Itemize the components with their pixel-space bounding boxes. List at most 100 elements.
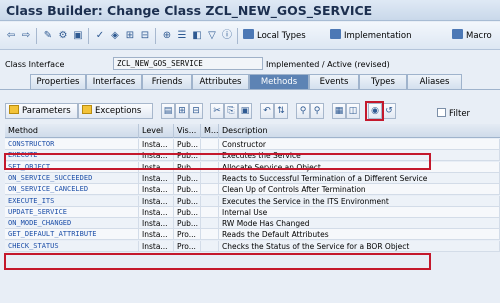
col-description[interactable]: Description [219, 124, 500, 138]
toolbar-separator [237, 28, 238, 44]
insert-row-icon[interactable]: ⊞ [175, 103, 189, 119]
local-types-button[interactable]: Local Types [243, 29, 306, 44]
local-types-label: Local Types [257, 31, 306, 41]
method-name[interactable]: GET_DEFAULT_ATTRIBUTE [5, 229, 139, 241]
exceptions-button[interactable]: Exceptions [78, 103, 153, 119]
method-name[interactable]: UPDATE_SERVICE [5, 206, 139, 218]
edit-icon[interactable]: ✎ [42, 30, 54, 42]
cut-icon[interactable]: ✂ [210, 103, 224, 119]
class-interface-field[interactable]: ZCL_NEW_GOS_SERVICE [113, 57, 263, 70]
implementation-icon [330, 29, 341, 39]
method-modeled [201, 184, 219, 196]
table-row[interactable]: CHECK_STATUS Insta... Pro... Checks the Sta… [5, 240, 500, 252]
tab-types[interactable]: Types [359, 74, 407, 89]
tab-friends[interactable]: Friends [142, 74, 192, 89]
table-row[interactable]: ON_MODE_CHANGED Insta... Pub... RW Mode Has… [5, 218, 500, 230]
method-name[interactable]: ON_MODE_CHANGED [5, 218, 139, 230]
method-level: Insta... [139, 172, 174, 184]
method-name[interactable]: CONSTRUCTOR [5, 139, 139, 150]
where-used-icon[interactable]: ⊞ [124, 30, 136, 42]
method-visibility: Pub... [174, 218, 201, 230]
redefine-highlight-box [365, 101, 384, 121]
method-visibility: Pub... [174, 172, 201, 184]
method-modeled [201, 240, 219, 252]
method-modeled [201, 206, 219, 218]
method-visibility: Pro... [174, 229, 201, 241]
col-modeled[interactable]: M... [201, 124, 219, 138]
table-row[interactable]: GET_DEFAULT_ATTRIBUTE Insta... Pro... Reads… [5, 229, 500, 241]
col-level[interactable]: Level [139, 124, 174, 138]
undo-icon[interactable]: ↶ [260, 103, 274, 119]
check-status-row-highlight [4, 253, 431, 270]
method-modeled [201, 139, 219, 150]
table-row[interactable]: UPDATE_SERVICE Insta... Pub... Internal Use [5, 206, 500, 218]
method-visibility: Pub... [174, 184, 201, 196]
tab-events[interactable]: Events [309, 74, 359, 89]
col-method[interactable]: Method [5, 124, 139, 138]
method-level: Insta... [139, 184, 174, 196]
macros-icon [452, 29, 463, 39]
delete-row-icon[interactable]: ⊟ [189, 103, 203, 119]
table-row[interactable]: CONSTRUCTOR Insta... Pub... Constructor [5, 139, 500, 150]
parameters-label: Parameters [22, 106, 71, 116]
parameters-button[interactable]: Parameters [5, 103, 78, 119]
filter-checkbox[interactable] [437, 108, 446, 117]
info-icon[interactable]: ⓘ [221, 30, 233, 42]
tab-aliases[interactable]: Aliases [407, 74, 462, 89]
macros-button[interactable]: Macro [452, 29, 492, 44]
activate-icon[interactable]: ◈ [109, 30, 121, 42]
list-icon[interactable]: ☰ [176, 30, 188, 42]
back-icon[interactable]: ⇦ [5, 30, 17, 42]
sort-icon[interactable]: ⇅ [274, 103, 288, 119]
other-object-icon[interactable]: ▣ [72, 30, 84, 42]
method-description: Clean Up of Controls After Termination [219, 184, 500, 196]
method-name[interactable]: ON_SERVICE_SUCCEEDED [5, 172, 139, 184]
method-modeled [201, 229, 219, 241]
table-row[interactable]: EXECUTE_ITS Insta... Pub... Executes the Se… [5, 195, 500, 207]
tab-attributes[interactable]: Attributes [192, 74, 249, 89]
enhance-icon[interactable]: ◧ [191, 30, 203, 42]
tab-strip: Properties Interfaces Friends Attributes… [0, 74, 500, 89]
display-icon[interactable]: ▤ [161, 103, 175, 119]
forward-icon[interactable]: ⇨ [20, 30, 32, 42]
toolbar-separator [155, 28, 156, 44]
method-description: Constructor [219, 139, 500, 150]
method-name[interactable]: ON_SERVICE_CANCELED [5, 184, 139, 196]
table-row[interactable]: ON_SERVICE_CANCELED Insta... Pub... Clean U… [5, 184, 500, 196]
grid-header: Method Level Vis... M... Description [5, 124, 500, 138]
method-name[interactable]: CHECK_STATUS [5, 240, 139, 252]
method-visibility: Pub... [174, 195, 201, 207]
hierarchy-icon[interactable]: ⊟ [139, 30, 151, 42]
tab-properties[interactable]: Properties [30, 74, 86, 89]
layout-icon[interactable]: ◫ [346, 103, 360, 119]
method-visibility: Pub... [174, 206, 201, 218]
table-row[interactable]: ON_SERVICE_SUCCEEDED Insta... Pub... Reacts… [5, 172, 500, 184]
display-change-icon[interactable]: ⚙ [57, 30, 69, 42]
paste-icon[interactable]: ▣ [238, 103, 252, 119]
execute-row-highlight [4, 153, 431, 170]
filter-label: Filter [449, 109, 471, 119]
implementation-button[interactable]: Implementation [330, 29, 412, 44]
method-name[interactable]: EXECUTE_ITS [5, 195, 139, 207]
navigate-icon[interactable]: ⊕ [161, 30, 173, 42]
toolbar-separator [36, 28, 37, 44]
method-level: Insta... [139, 229, 174, 241]
tab-methods[interactable]: Methods [249, 74, 309, 89]
method-level: Insta... [139, 218, 174, 230]
copy-icon[interactable]: ⎘ [224, 103, 238, 119]
redefine-reset-icon[interactable]: ↺ [382, 103, 396, 119]
tab-interfaces[interactable]: Interfaces [86, 74, 142, 89]
check-icon[interactable]: ✓ [94, 30, 106, 42]
col-visibility[interactable]: Vis... [174, 124, 201, 138]
filter-icon[interactable]: ▽ [206, 30, 218, 42]
method-description: Internal Use [219, 206, 500, 218]
find-next-icon[interactable]: ⚲ [310, 103, 324, 119]
window-title: Class Builder: Change Class ZCL_NEW_GOS_… [0, 0, 500, 21]
local-types-icon [243, 29, 254, 39]
find-icon[interactable]: ⚲ [296, 103, 310, 119]
implementation-label: Implementation [344, 31, 412, 41]
details-icon[interactable]: ▦ [332, 103, 346, 119]
parameters-icon [9, 105, 19, 114]
exceptions-icon [82, 105, 92, 114]
method-modeled [201, 172, 219, 184]
